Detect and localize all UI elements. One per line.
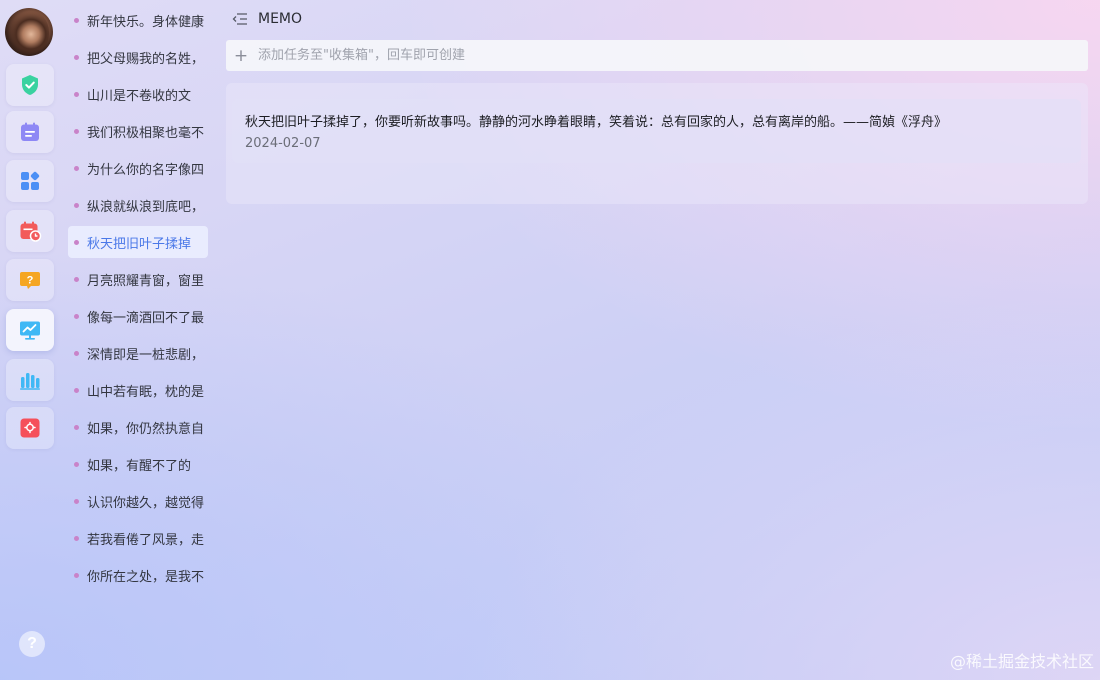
bullet-dot-icon [74, 313, 79, 319]
monitor-chart-icon[interactable] [6, 309, 54, 351]
list-item[interactable]: 你所在之处，是我不 [68, 559, 208, 591]
list-item[interactable]: 新年快乐。身体健康 [68, 4, 208, 36]
bar-chart-icon[interactable] [6, 359, 54, 401]
bullet-dot-icon [74, 91, 79, 97]
bullet-dot-icon [74, 202, 79, 208]
icon-rail: ? ? [0, 0, 58, 680]
list-item[interactable]: 山川是不卷收的文 [68, 78, 208, 110]
svg-text:?: ? [27, 275, 34, 287]
list-item[interactable]: 山中若有眠，枕的是 [68, 374, 208, 406]
bullet-dot-icon [74, 165, 79, 171]
bullet-dot-icon [74, 572, 79, 578]
list-item-label: 像每一滴酒回不了最 [87, 310, 205, 326]
bullet-dot-icon [74, 239, 79, 245]
list-item-label: 若我看倦了风景，走 [87, 532, 205, 548]
bullet-dot-icon [74, 350, 79, 356]
list-item[interactable]: 为什么你的名字像四 [68, 152, 208, 184]
list-item-selected[interactable]: 秋天把旧叶子揉掉 [68, 226, 208, 258]
help-icon[interactable]: ? [19, 631, 45, 657]
list-item[interactable]: 纵浪就纵浪到底吧， [68, 189, 208, 221]
list-item-label: 秋天把旧叶子揉掉 [87, 236, 192, 252]
list-item-label: 山中若有眠，枕的是 [87, 384, 205, 400]
bullet-dot-icon [74, 128, 79, 134]
list-item-label: 认识你越久，越觉得 [87, 495, 205, 511]
page-header: MEMO [232, 8, 302, 30]
help-icon-glyph: ? [27, 635, 37, 652]
list-item-label: 我们积极相聚也毫不 [87, 125, 205, 141]
shield-check-icon[interactable] [6, 64, 54, 106]
list-item-label: 纵浪就纵浪到底吧， [87, 199, 205, 215]
list-item-label: 深情即是一桩悲剧， [87, 347, 205, 363]
bullet-dot-icon [74, 17, 79, 23]
list-item-label: 把父母赐我的名姓， [87, 51, 205, 67]
page-title: MEMO [258, 11, 303, 27]
list-item[interactable]: 深情即是一桩悲剧， [68, 337, 208, 369]
add-task-input[interactable] [256, 47, 1060, 64]
apps-grid-icon[interactable] [6, 160, 54, 202]
bullet-dot-icon [74, 498, 79, 504]
avatar[interactable] [5, 8, 53, 56]
bullet-dot-icon [74, 461, 79, 467]
list-item[interactable]: 如果，有醒不了的 [68, 448, 208, 480]
list-item[interactable]: 认识你越久，越觉得 [68, 485, 208, 517]
calendar-clock-icon[interactable] [6, 210, 54, 252]
memo-card[interactable]: 秋天把旧叶子揉掉了，你要听新故事吗。静静的河水睁着眼睛，笑着说：总有回家的人，总… [232, 99, 1081, 163]
list-item[interactable]: 如果，你仍然执意自 [68, 411, 208, 443]
bullet-dot-icon [74, 54, 79, 60]
flower-card-icon[interactable] [6, 407, 54, 449]
list-item[interactable]: 月亮照耀青窗，窗里 [68, 263, 208, 295]
list-item-label: 如果，你仍然执意自 [87, 421, 205, 437]
plus-icon[interactable]: + [226, 46, 256, 66]
memo-date: 2024-02-07 [245, 136, 321, 151]
list-item[interactable]: 若我看倦了风景，走 [68, 522, 208, 554]
calendar-list-icon[interactable] [6, 111, 54, 153]
list-item[interactable]: 把父母赐我的名姓， [68, 41, 208, 73]
list-item[interactable]: 我们积极相聚也毫不 [68, 115, 208, 147]
add-task-bar: + [226, 40, 1088, 71]
list-item-label: 山川是不卷收的文 [87, 88, 192, 104]
bullet-dot-icon [74, 387, 79, 393]
list-item[interactable]: 像每一滴酒回不了最 [68, 300, 208, 332]
list-item-label: 为什么你的名字像四 [87, 162, 205, 178]
watermark: @稀土掘金技术社区 [949, 652, 1094, 671]
memo-panel: 秋天把旧叶子揉掉了，你要听新故事吗。静静的河水睁着眼睛，笑着说：总有回家的人，总… [226, 83, 1088, 204]
list-item-label: 如果，有醒不了的 [87, 458, 192, 474]
memo-text: 秋天把旧叶子揉掉了，你要听新故事吗。静静的河水睁着眼睛，笑着说：总有回家的人，总… [245, 115, 948, 130]
list-item-label: 月亮照耀青窗，窗里 [87, 273, 205, 289]
menu-fold-icon[interactable] [232, 11, 248, 27]
list-item-label: 你所在之处，是我不 [87, 569, 205, 585]
question-bubble-icon[interactable]: ? [6, 259, 54, 301]
list-item-label: 新年快乐。身体健康 [87, 14, 205, 30]
bullet-dot-icon [74, 276, 79, 282]
bullet-dot-icon [74, 424, 79, 430]
bullet-dot-icon [74, 535, 79, 541]
